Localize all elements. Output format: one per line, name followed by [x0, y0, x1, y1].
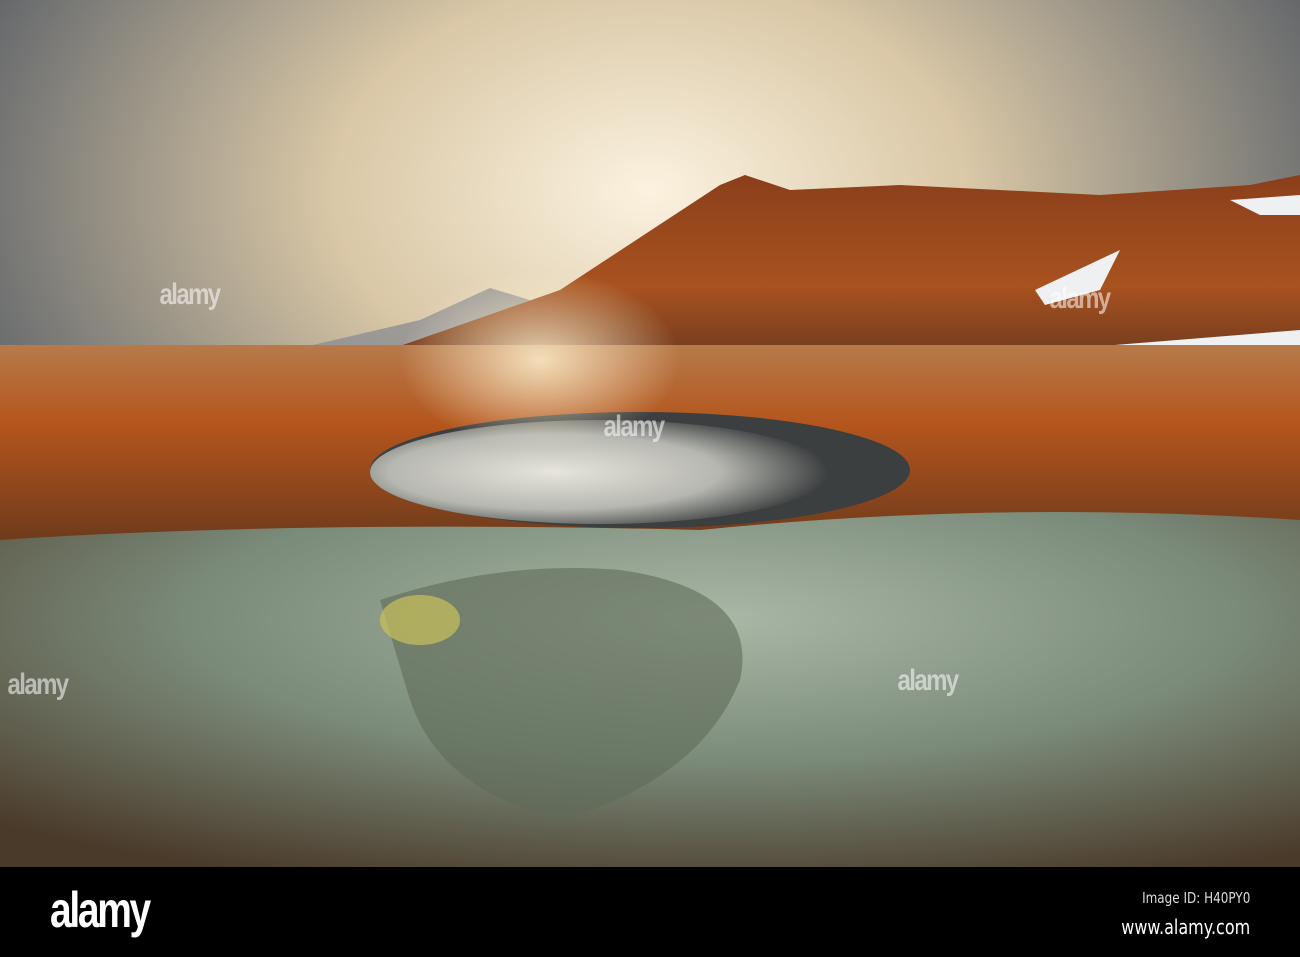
watermark: alamy: [897, 664, 960, 697]
footer-bar: alamy Image ID: H40PY0 www.alamy.com: [0, 867, 1300, 957]
watermark: alamy: [7, 668, 70, 701]
site-url[interactable]: www.alamy.com: [1121, 915, 1250, 939]
watermark: alamy: [159, 278, 222, 311]
watermark: alamy: [1049, 282, 1112, 315]
image-id: Image ID: H40PY0: [1141, 889, 1250, 907]
watermark: alamy: [603, 410, 666, 443]
alamy-logo: alamy: [50, 882, 151, 938]
